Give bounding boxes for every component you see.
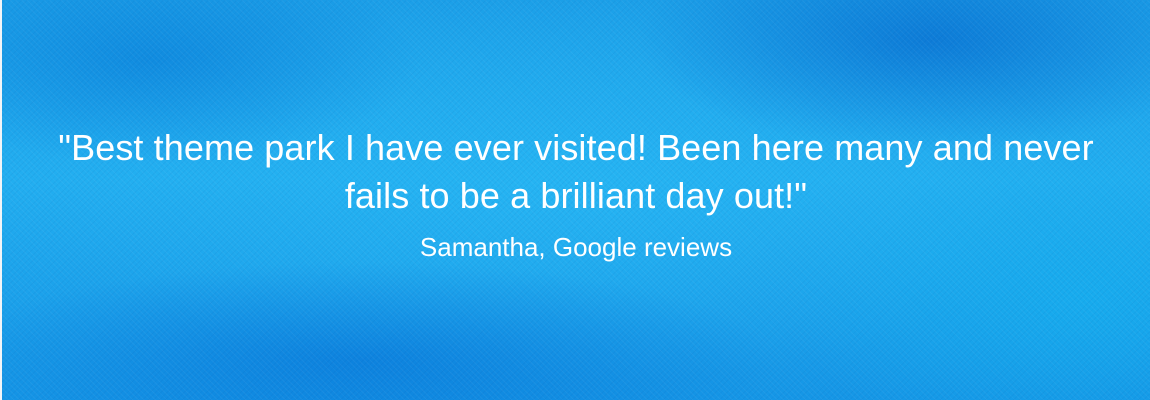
testimonial-attribution: Samantha, Google reviews [419, 232, 733, 262]
testimonial-quote: "Best theme park I have ever visited! Be… [58, 127, 1094, 216]
testimonial-content: "Best theme park I have ever visited! Be… [2, 124, 1150, 263]
testimonial-banner: "Best theme park I have ever visited! Be… [0, 0, 1150, 400]
